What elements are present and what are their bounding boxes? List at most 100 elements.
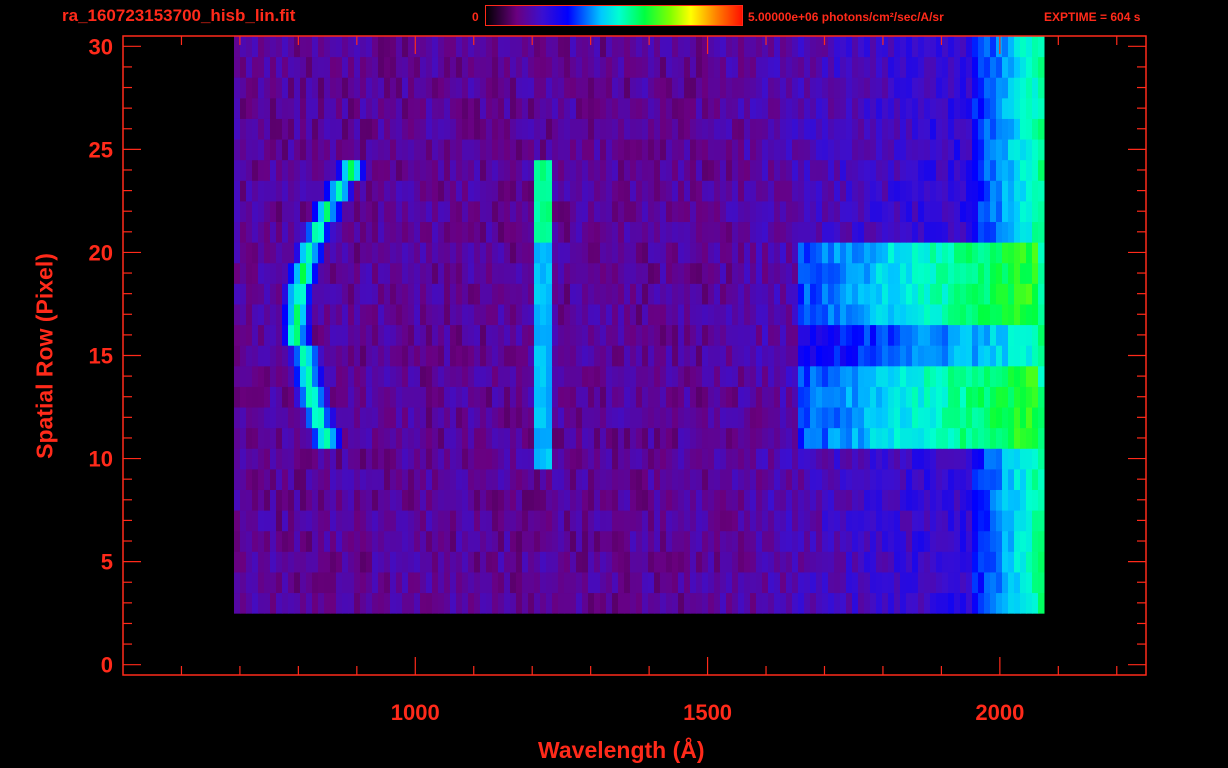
heatmap-cell bbox=[636, 530, 643, 552]
heatmap-cell bbox=[300, 180, 307, 202]
heatmap-cell bbox=[978, 468, 985, 490]
heatmap-cell bbox=[996, 530, 1003, 552]
heatmap-cell bbox=[444, 139, 451, 161]
heatmap-cell bbox=[504, 200, 511, 223]
heatmap-cell bbox=[246, 345, 253, 367]
heatmap-cell bbox=[888, 407, 895, 429]
heatmap-cell bbox=[366, 77, 373, 99]
heatmap-cell bbox=[396, 365, 403, 387]
heatmap-cell bbox=[432, 551, 439, 573]
heatmap-cell bbox=[990, 592, 997, 614]
heatmap-cell bbox=[684, 489, 691, 511]
heatmap-cell bbox=[552, 56, 559, 78]
heatmap-cell bbox=[576, 180, 583, 202]
heatmap-cell bbox=[834, 221, 841, 243]
heatmap-cell bbox=[918, 221, 925, 243]
heatmap-cell bbox=[282, 200, 289, 223]
heatmap-cell bbox=[444, 97, 451, 119]
heatmap-cell bbox=[564, 97, 571, 119]
heatmap-cell bbox=[732, 571, 739, 594]
heatmap-cell bbox=[426, 407, 433, 429]
heatmap-cell bbox=[816, 97, 823, 119]
heatmap-cell bbox=[606, 77, 613, 99]
heatmap-cell bbox=[798, 345, 805, 367]
heatmap-cell bbox=[330, 56, 337, 78]
heatmap-cell bbox=[492, 36, 499, 58]
heatmap-cell bbox=[546, 139, 553, 161]
heatmap-cell bbox=[834, 592, 841, 614]
heatmap-cell bbox=[486, 407, 493, 429]
heatmap-cell bbox=[678, 97, 685, 119]
heatmap-cell bbox=[774, 571, 781, 594]
heatmap-cell bbox=[282, 345, 289, 367]
heatmap-cell bbox=[912, 36, 919, 58]
heatmap-cell bbox=[1032, 345, 1039, 367]
heatmap-cell bbox=[570, 468, 577, 490]
heatmap-cell bbox=[504, 571, 511, 594]
heatmap-cell bbox=[402, 551, 409, 573]
heatmap-cell bbox=[318, 118, 325, 140]
heatmap-cell bbox=[696, 489, 703, 511]
heatmap-cell bbox=[714, 97, 721, 119]
heatmap-cell bbox=[660, 345, 667, 367]
heatmap-cell bbox=[498, 407, 505, 429]
heatmap-cell bbox=[318, 365, 325, 387]
heatmap-cell bbox=[612, 407, 619, 429]
heatmap-cell bbox=[384, 427, 391, 449]
heatmap-cell bbox=[828, 303, 835, 326]
heatmap-cell bbox=[828, 386, 835, 408]
heatmap-cell bbox=[690, 159, 697, 181]
heatmap-cell bbox=[1038, 56, 1045, 78]
heatmap-cell bbox=[816, 36, 823, 58]
heatmap-cell bbox=[504, 180, 511, 202]
heatmap-cell bbox=[954, 592, 961, 614]
heatmap-cell bbox=[780, 36, 787, 58]
heatmap-cell bbox=[276, 242, 283, 264]
heatmap-cell bbox=[324, 386, 331, 408]
heatmap-cell bbox=[258, 530, 265, 552]
heatmap-cell bbox=[618, 530, 625, 552]
heatmap-cell bbox=[576, 283, 583, 305]
heatmap-cell bbox=[408, 365, 415, 387]
heatmap-cell bbox=[876, 551, 883, 573]
heatmap-cell bbox=[456, 262, 463, 284]
heatmap-cell bbox=[702, 242, 709, 264]
heatmap-cell bbox=[1026, 530, 1033, 552]
heatmap-cell bbox=[702, 365, 709, 387]
heatmap-cell bbox=[240, 510, 247, 532]
heatmap-cell bbox=[354, 97, 361, 119]
heatmap-cell bbox=[858, 97, 865, 119]
heatmap-cell bbox=[954, 139, 961, 161]
heatmap-cell bbox=[810, 77, 817, 99]
heatmap-cell bbox=[450, 571, 457, 594]
heatmap-cell bbox=[600, 303, 607, 326]
heatmap-cell bbox=[750, 262, 757, 284]
heatmap-cell bbox=[1032, 510, 1039, 532]
heatmap-cell bbox=[336, 489, 343, 511]
heatmap-cell bbox=[624, 571, 631, 594]
heatmap-cell bbox=[786, 303, 793, 326]
heatmap-cell bbox=[468, 365, 475, 387]
heatmap-cell bbox=[288, 345, 295, 367]
heatmap-cell bbox=[540, 551, 547, 573]
heatmap-cell bbox=[1008, 448, 1015, 470]
heatmap-cell bbox=[456, 180, 463, 202]
heatmap-cell bbox=[762, 303, 769, 326]
heatmap-cell bbox=[672, 77, 679, 99]
heatmap-cell bbox=[510, 242, 517, 264]
heatmap-cell bbox=[924, 97, 931, 119]
heatmap-cell bbox=[360, 407, 367, 429]
heatmap-cell bbox=[918, 571, 925, 594]
heatmap-cell bbox=[330, 592, 337, 614]
heatmap-cell bbox=[360, 448, 367, 470]
heatmap-cell bbox=[660, 159, 667, 181]
heatmap-cell bbox=[708, 571, 715, 594]
heatmap-cell bbox=[318, 427, 325, 449]
heatmap-cell bbox=[978, 571, 985, 594]
heatmap-cell bbox=[336, 365, 343, 387]
heatmap-cell bbox=[552, 365, 559, 387]
heatmap-cell bbox=[954, 221, 961, 243]
heatmap-cell bbox=[942, 489, 949, 511]
heatmap-cell bbox=[936, 551, 943, 573]
heatmap-cell bbox=[888, 56, 895, 78]
